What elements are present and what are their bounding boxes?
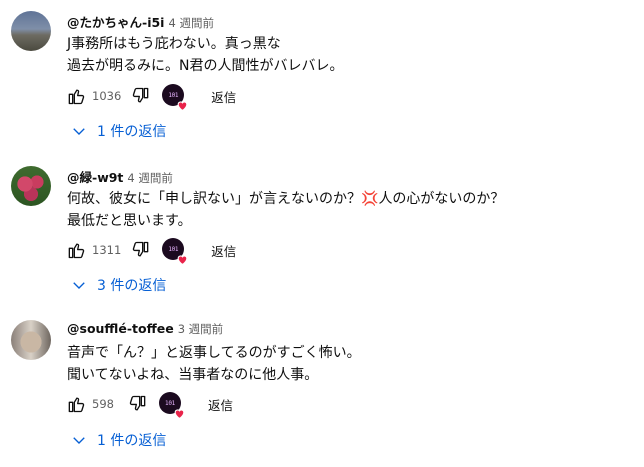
heart-icon <box>177 101 188 112</box>
like-button[interactable] <box>64 84 88 108</box>
replies-label: 1 件の返信 <box>97 433 167 449</box>
creator-heart-badge: 101 <box>158 391 185 420</box>
dislike-button[interactable] <box>129 84 153 108</box>
comment-text: J事務所はもう庇わない。真っ黒な 過去が明るみに。N君の人間性がバレバレ。 <box>67 33 343 77</box>
thumbs-down-icon <box>129 395 146 411</box>
comment-text: 音声で「ん？」と返事してるのがすごく怖い。 聞いてないよね、当事者なのに他人事。 <box>67 342 361 386</box>
comment-author[interactable]: @たかちゃん-i5i <box>67 15 164 30</box>
thumbs-up-icon <box>68 89 85 105</box>
author-avatar[interactable] <box>11 11 51 51</box>
comment-line: 最低だと思います。 <box>67 213 192 229</box>
anger-emoji: 💢 <box>361 191 379 207</box>
comment-thread: @soufflé-toffee 3 週間前 音声で「ん？」と返事してるのがすごく怖… <box>0 309 644 467</box>
dislike-button[interactable] <box>129 238 153 262</box>
chevron-down-icon <box>73 128 85 135</box>
like-count: 1036 <box>92 89 122 103</box>
view-replies-button[interactable]: 1 件の返信 <box>70 430 166 450</box>
comment-line-text: 人の心がないのか？ <box>378 191 505 207</box>
comment-thread: @緑-w9t 4 週間前 何故、彼女に「申し訳ない」が言えないのか？💢人の心がない… <box>0 155 644 305</box>
replies-label: 3 件の返信 <box>97 278 167 294</box>
comment-author[interactable]: @緑-w9t <box>67 170 123 185</box>
dislike-button[interactable] <box>126 392 150 416</box>
reply-button[interactable]: 返信 <box>208 395 233 414</box>
comment-actions: 1036 101 返信 <box>64 83 236 112</box>
reply-button[interactable]: 返信 <box>211 241 236 260</box>
creator-heart-badge: 101 <box>161 237 188 266</box>
comment-line: 聞いてないよね、当事者なのに他人事。 <box>67 367 319 383</box>
author-avatar[interactable] <box>11 320 51 360</box>
comment-line: 音声で「ん？」と返事してるのがすごく怖い。 <box>67 345 361 361</box>
comment-line-text: 何故、彼女に「申し訳ない」が言えないのか？ <box>67 191 361 207</box>
chevron-down-icon <box>73 437 85 444</box>
comment-actions: 598 101 返信 <box>64 391 233 420</box>
comment-line: 過去が明るみに。N君の人間性がバレバレ。 <box>67 58 344 74</box>
like-count: 1311 <box>92 243 122 257</box>
comment-text: 何故、彼女に「申し訳ない」が言えないのか？💢人の心がないのか？ 最低だと思います… <box>67 188 504 232</box>
comment-time[interactable]: 3 週間前 <box>178 322 223 336</box>
creator-heart-badge: 101 <box>161 83 188 112</box>
comment-line: J事務所はもう庇わない。真っ黒な <box>67 36 281 52</box>
thumbs-down-icon <box>133 241 149 257</box>
replies-label: 1 件の返信 <box>97 124 167 140</box>
reply-button[interactable]: 返信 <box>211 87 236 106</box>
view-replies-button[interactable]: 3 件の返信 <box>70 275 166 295</box>
comment-actions: 1311 101 返信 <box>64 237 236 266</box>
thumbs-down-icon <box>133 87 149 103</box>
like-button[interactable] <box>64 392 88 416</box>
like-count: 598 <box>92 397 114 411</box>
comment-author[interactable]: @soufflé-toffee <box>67 321 174 336</box>
author-avatar[interactable] <box>11 166 51 206</box>
thumbs-up-icon <box>68 243 85 259</box>
thumbs-up-icon <box>68 397 85 413</box>
view-replies-button[interactable]: 1 件の返信 <box>70 121 166 141</box>
heart-icon <box>177 255 188 266</box>
chevron-down-icon <box>73 282 85 289</box>
comment-line: 何故、彼女に「申し訳ない」が言えないのか？💢人の心がないのか？ <box>67 188 504 210</box>
comment-time[interactable]: 4 週間前 <box>127 171 172 185</box>
comment-time[interactable]: 4 週間前 <box>168 16 213 30</box>
like-button[interactable] <box>64 238 88 262</box>
comment-thread: @たかちゃん-i5i 4 週間前 J事務所はもう庇わない。真っ黒な 過去が明るみに… <box>0 0 644 150</box>
heart-icon <box>174 409 185 420</box>
